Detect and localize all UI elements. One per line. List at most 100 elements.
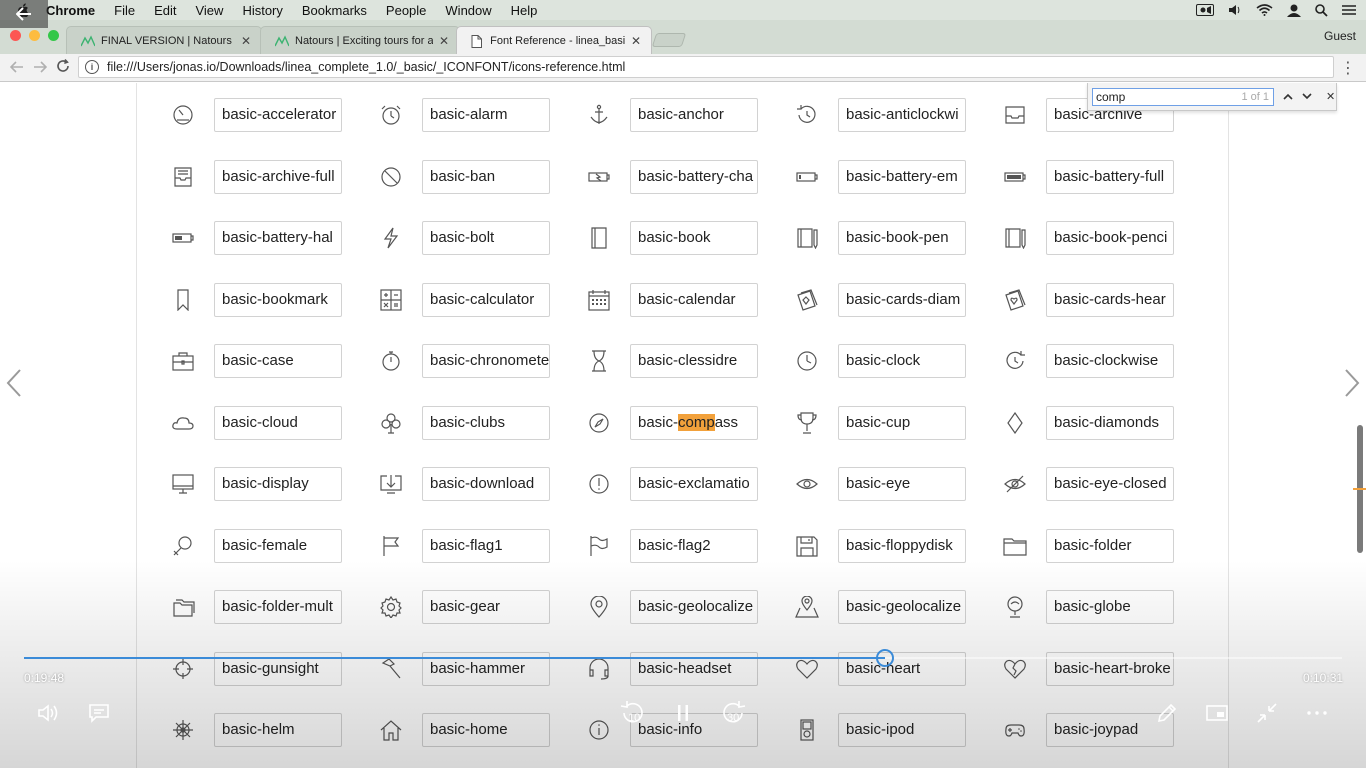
icon-class-name-field[interactable]: basic-accelerator (214, 98, 342, 132)
icon-row: basic-folder-mult basic-gear basic-geoloca… (165, 590, 1205, 624)
new-tab-button[interactable] (651, 33, 687, 47)
find-previous-icon[interactable] (1283, 91, 1293, 103)
geolocalize-map-icon (795, 596, 819, 618)
icon-class-name-field[interactable]: basic-battery-cha (630, 159, 758, 194)
previous-video-icon[interactable] (6, 368, 22, 406)
tab-final-version[interactable]: FINAL VERSION | Natours | Ex ✕ (66, 26, 262, 54)
menu-edit[interactable]: Edit (154, 3, 176, 18)
zoom-window-button[interactable] (48, 30, 59, 41)
icon-class-name-field[interactable]: basic-floppydisk (838, 528, 966, 563)
more-options-button[interactable] (1302, 700, 1332, 726)
icon-class-name-field[interactable]: basic-folder (1046, 528, 1174, 563)
icon-class-name-field[interactable]: basic-anchor (630, 98, 758, 132)
icon-class-name-field[interactable]: basic-geolocalize (630, 590, 758, 624)
user-icon[interactable] (1287, 4, 1301, 17)
icon-class-name-field[interactable]: basic-download (422, 467, 550, 501)
menu-view[interactable]: View (195, 3, 223, 18)
menu-history[interactable]: History (242, 3, 282, 18)
tab-natours[interactable]: Natours | Exciting tours for ad ✕ (260, 26, 460, 54)
icon-class-name-field[interactable]: basic-battery-hal (214, 221, 342, 255)
menu-bookmarks[interactable]: Bookmarks (302, 3, 367, 18)
icon-class-name-field[interactable]: basic-flag2 (630, 528, 758, 563)
tab-close-icon[interactable]: ✕ (631, 34, 641, 48)
icon-class-name-field[interactable]: basic-anticlockwi (838, 98, 966, 132)
icon-class-name-field[interactable]: basic-clock (838, 344, 966, 378)
icon-class-name-field[interactable]: basic-cup (838, 405, 966, 440)
menu-window[interactable]: Window (445, 3, 491, 18)
icon-class-name-field[interactable]: basic-cards-hear (1046, 282, 1174, 317)
back-icon[interactable] (9, 60, 24, 77)
icon-class-name-field[interactable]: basic-helm (214, 713, 342, 747)
pause-button[interactable] (668, 700, 698, 726)
icon-class-name-field[interactable]: basic-chronomete (422, 344, 550, 378)
tab-close-icon[interactable]: ✕ (241, 34, 251, 48)
list-menu-icon[interactable] (1342, 4, 1356, 16)
menu-file[interactable]: File (114, 3, 135, 18)
icon-class-name-field[interactable]: basic-gear (422, 590, 550, 624)
menu-help[interactable]: Help (511, 3, 538, 18)
video-progress-knob[interactable] (875, 649, 894, 667)
forward-30-button[interactable]: 30 (718, 700, 748, 726)
volume-button[interactable] (34, 700, 64, 726)
icon-class-name-field[interactable]: basic-calculator (422, 282, 550, 317)
icon-class-name-field[interactable]: basic-exclamatio (630, 467, 758, 501)
wifi-icon[interactable] (1256, 4, 1273, 16)
icon-class-name-field[interactable]: basic-book-pen (838, 221, 966, 255)
icon-class-name-field[interactable]: basic-cloud (214, 405, 342, 440)
tab-font-reference[interactable]: Font Reference - linea_basic_1 ✕ (456, 26, 652, 54)
address-bar[interactable]: i file:///Users/jonas.io/Downloads/linea… (78, 56, 1334, 78)
menu-app-name[interactable]: Chrome (46, 3, 95, 18)
icon-class-name-field[interactable]: basic-display (214, 467, 342, 501)
icon-class-name-field[interactable]: basic-home (422, 713, 550, 747)
exit-fullscreen-button[interactable] (1252, 700, 1282, 726)
video-back-button[interactable] (0, 0, 48, 28)
icon-class-name-field[interactable]: basic-bookmark (214, 282, 342, 317)
menu-people[interactable]: People (386, 3, 426, 18)
icon-class-name-field[interactable]: basic-clubs (422, 405, 550, 440)
spotlight-search-icon[interactable] (1315, 3, 1328, 17)
icon-class-name-field[interactable]: basic-battery-em (838, 159, 966, 194)
chrome-menu-icon[interactable]: ⋮ (1340, 58, 1356, 78)
icon-class-name-field[interactable]: basic-clessidre (630, 344, 758, 378)
annotate-button[interactable] (1152, 700, 1182, 726)
next-video-icon[interactable] (1344, 368, 1360, 406)
find-input[interactable]: comp 1 of 1 (1092, 87, 1274, 106)
icon-class-name-field[interactable]: basic-ipod (838, 713, 966, 747)
icon-class-name-field[interactable]: basic-ban (422, 159, 550, 194)
icon-class-name-field[interactable]: basic-folder-mult (214, 590, 342, 624)
icon-class-name-field[interactable]: basic-compass (630, 405, 758, 440)
icon-class-name-field[interactable]: basic-female (214, 528, 342, 563)
icon-class-name-field[interactable]: basic-battery-full (1046, 159, 1174, 194)
video-progress-bar[interactable] (24, 649, 1342, 667)
icon-class-name-field[interactable]: basic-clockwise (1046, 344, 1174, 378)
find-close-icon[interactable]: ✕ (1326, 90, 1335, 103)
icon-class-name-field[interactable]: basic-book-penci (1046, 221, 1174, 255)
icon-class-name-field[interactable]: basic-flag1 (422, 528, 550, 563)
icon-class-name-field[interactable]: basic-archive-full (214, 159, 342, 194)
find-next-icon[interactable] (1302, 91, 1312, 103)
icon-class-name-field[interactable]: basic-cards-diam (838, 282, 966, 317)
close-window-button[interactable] (10, 30, 21, 41)
rewind-10-button[interactable]: 10 (618, 700, 648, 726)
icon-class-name-field[interactable]: basic-book (630, 221, 758, 255)
volume-icon[interactable] (1228, 4, 1242, 16)
icon-class-name-field[interactable]: basic-calendar (630, 282, 758, 317)
screen-record-icon[interactable] (1196, 4, 1214, 16)
icon-class-name-field[interactable]: basic-globe (1046, 590, 1174, 624)
icon-class-name-field[interactable]: basic-eye-closed (1046, 467, 1174, 501)
minimize-window-button[interactable] (29, 30, 40, 41)
icon-class-name-field[interactable]: basic-geolocalize (838, 590, 966, 624)
site-info-icon[interactable]: i (85, 60, 99, 74)
icon-class-name-field[interactable]: basic-eye (838, 467, 966, 501)
icon-class-name-field[interactable]: basic-bolt (422, 221, 550, 255)
forward-icon[interactable] (33, 60, 48, 77)
tab-close-icon[interactable]: ✕ (439, 34, 449, 48)
picture-in-picture-button[interactable] (1202, 700, 1232, 726)
captions-button[interactable] (84, 700, 114, 726)
browser-toolbar: i file:///Users/jonas.io/Downloads/linea… (0, 54, 1366, 82)
guest-profile-label[interactable]: Guest (1324, 29, 1356, 43)
icon-class-name-field[interactable]: basic-diamonds (1046, 405, 1174, 440)
icon-class-name-field[interactable]: basic-alarm (422, 98, 550, 132)
reload-icon[interactable] (56, 58, 70, 77)
icon-class-name-field[interactable]: basic-case (214, 344, 342, 378)
